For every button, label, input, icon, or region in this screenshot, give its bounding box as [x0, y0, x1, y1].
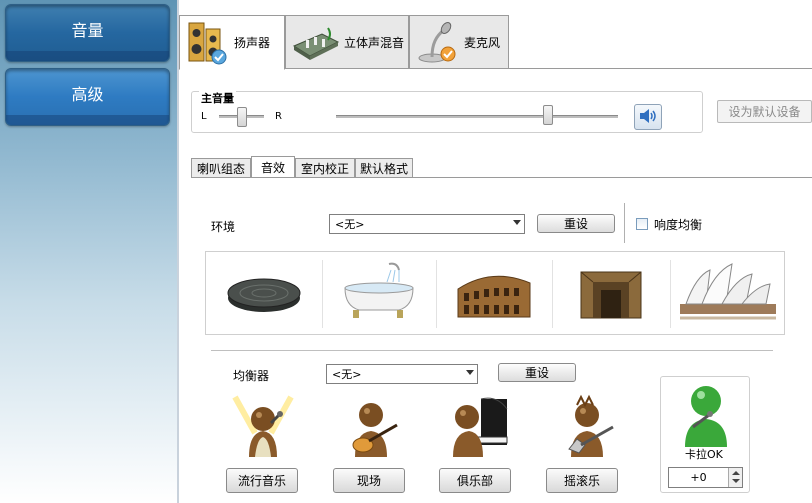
section-divider: [211, 350, 773, 351]
set-default-device-button[interactable]: 设为默认设备: [717, 100, 812, 123]
speaker-icon: [186, 21, 230, 65]
karaoke-singer-icon: [679, 381, 733, 450]
sidebar: 音量 高级: [0, 0, 177, 503]
tab-label: 扬声器: [234, 36, 271, 50]
opera-house-icon: [676, 260, 780, 329]
sidebar-item-label: 音量: [71, 21, 104, 40]
volume-track: [336, 115, 618, 118]
live-guitarist-icon: [341, 403, 405, 462]
tab-microphone[interactable]: 麦克风: [409, 15, 509, 69]
tab-label: 麦克风: [464, 35, 501, 50]
mute-button[interactable]: [634, 104, 662, 130]
equalizer-pop-button[interactable]: 流行音乐: [226, 468, 298, 493]
balance-left-label: L: [201, 111, 207, 122]
club-pianist-icon: [447, 397, 511, 462]
environment-presets: [205, 251, 785, 335]
stone-corridor-icon: [571, 262, 651, 327]
karaoke-label: 卡拉OK: [685, 448, 723, 461]
environment-separator: [624, 203, 625, 243]
karaoke-key-value: +0: [690, 471, 707, 484]
environment-preset-sewer[interactable]: [206, 252, 322, 336]
equalizer-reset-button[interactable]: 重设: [498, 363, 576, 382]
equalizer-select-value: <无>: [332, 368, 362, 381]
equalizer-preset-rock[interactable]: [557, 393, 621, 459]
environment-preset-bathroom[interactable]: [322, 252, 436, 336]
sub-tab-divider: [191, 177, 812, 178]
loudness-equalization-checkbox[interactable]: [636, 218, 648, 230]
equalizer-preset-club[interactable]: [447, 393, 511, 459]
loudness-equalization-label: 响度均衡: [654, 218, 703, 232]
equalizer-select[interactable]: <无>: [326, 364, 478, 384]
sidebar-item-volume[interactable]: 音量: [5, 4, 170, 62]
equalizer-preset-live[interactable]: [341, 393, 405, 459]
tab-sound-effects[interactable]: 音效: [251, 156, 295, 178]
environment-label: 环境: [211, 220, 236, 234]
balance-slider[interactable]: [236, 107, 247, 127]
equalizer-live-button[interactable]: 现场: [333, 468, 405, 493]
tab-stereo-mix[interactable]: 立体声混音: [285, 15, 409, 69]
chevron-up-icon[interactable]: [732, 471, 740, 475]
pop-singer-icon: [231, 395, 295, 462]
sidebar-item-label: 高级: [71, 85, 104, 104]
mixer-board-icon: [292, 20, 340, 64]
equalizer-rock-button[interactable]: 摇滚乐: [546, 468, 618, 493]
balance-right-label: R: [275, 111, 282, 122]
environment-preset-stone-corridor[interactable]: [552, 252, 670, 336]
volume-slider[interactable]: [542, 105, 553, 125]
environment-preset-colosseum[interactable]: [436, 252, 552, 336]
environment-select[interactable]: <无>: [329, 214, 525, 234]
chevron-down-icon[interactable]: [732, 479, 740, 483]
karaoke-stepper-controls[interactable]: [728, 468, 742, 487]
colosseum-icon: [452, 263, 536, 326]
environment-reset-button[interactable]: 重设: [537, 214, 615, 233]
environment-preset-opera-house[interactable]: [670, 252, 786, 336]
environment-select-value: <无>: [335, 218, 365, 231]
bathtub-icon: [339, 260, 419, 329]
tab-speaker-config[interactable]: 喇叭组态: [191, 158, 251, 178]
tab-room-correction[interactable]: 室内校正: [295, 158, 355, 178]
tab-default-format[interactable]: 默认格式: [355, 158, 413, 178]
main-panel: 扬声器 立体声混音 麦克风 主音量 L R 设为默认设备 喇叭组态 音效 室内校…: [179, 0, 812, 503]
equalizer-preset-pop[interactable]: [231, 393, 295, 459]
device-tabs: 扬声器 立体声混音 麦克风: [179, 15, 812, 70]
tab-label: 立体声混音: [344, 35, 405, 50]
volume-speaker-icon: [639, 108, 657, 127]
sidebar-item-advanced[interactable]: 高级: [5, 68, 170, 126]
chevron-down-icon: [513, 220, 521, 225]
equalizer-club-button[interactable]: 俱乐部: [439, 468, 511, 493]
master-volume-group: [191, 91, 703, 133]
equalizer-label: 均衡器: [233, 369, 270, 383]
tab-speakers[interactable]: 扬声器: [179, 15, 285, 70]
sewer-manhole-icon: [224, 268, 304, 321]
rock-guitarist-icon: [557, 394, 621, 462]
master-volume-label: 主音量: [199, 90, 236, 106]
chevron-down-icon: [466, 370, 474, 375]
microphone-icon: [416, 20, 460, 64]
